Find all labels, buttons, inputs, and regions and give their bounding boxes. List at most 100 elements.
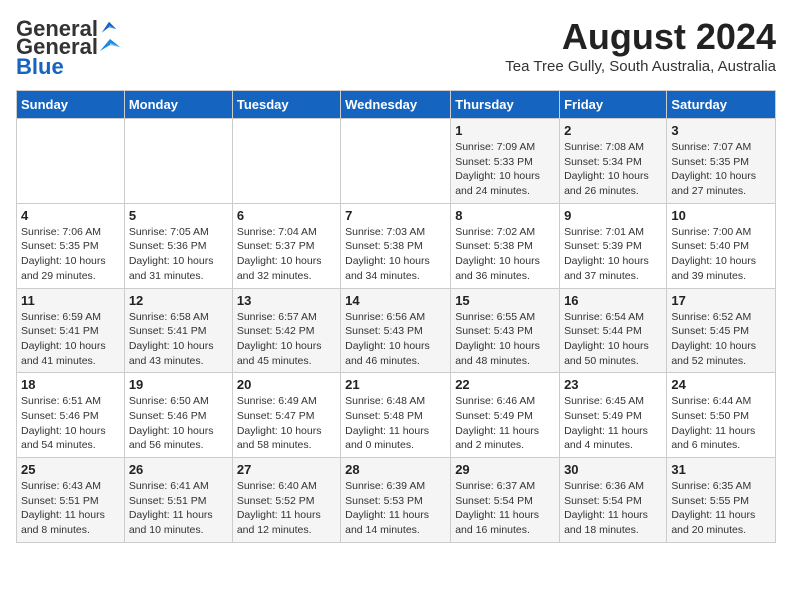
day-number: 31 <box>671 462 771 477</box>
table-row: 26 Sunrise: 6:41 AMSunset: 5:51 PMDayligh… <box>124 458 232 543</box>
calendar-week-row: 18 Sunrise: 6:51 AMSunset: 5:46 PMDayligh… <box>17 373 776 458</box>
day-number: 11 <box>21 293 120 308</box>
day-info: Sunrise: 6:40 AMSunset: 5:52 PMDaylight:… <box>237 479 336 538</box>
day-info: Sunrise: 7:05 AMSunset: 5:36 PMDaylight:… <box>129 225 228 284</box>
table-row: 9 Sunrise: 7:01 AMSunset: 5:39 PMDaylight… <box>560 203 667 288</box>
table-row: 3 Sunrise: 7:07 AMSunset: 5:35 PMDaylight… <box>667 119 776 204</box>
day-number: 22 <box>455 377 555 392</box>
calendar-table: Sunday Monday Tuesday Wednesday Thursday… <box>16 90 776 543</box>
day-number: 14 <box>345 293 446 308</box>
table-row: 18 Sunrise: 6:51 AMSunset: 5:46 PMDayligh… <box>17 373 125 458</box>
day-number: 20 <box>237 377 336 392</box>
day-info: Sunrise: 7:01 AMSunset: 5:39 PMDaylight:… <box>564 225 662 284</box>
header-monday: Monday <box>124 91 232 119</box>
day-info: Sunrise: 7:07 AMSunset: 5:35 PMDaylight:… <box>671 140 771 199</box>
header-thursday: Thursday <box>451 91 560 119</box>
day-number: 9 <box>564 208 662 223</box>
table-row <box>17 119 125 204</box>
table-row: 20 Sunrise: 6:49 AMSunset: 5:47 PMDayligh… <box>232 373 340 458</box>
table-row <box>124 119 232 204</box>
day-info: Sunrise: 7:02 AMSunset: 5:38 PMDaylight:… <box>455 225 555 284</box>
table-row: 10Sunrise: 7:00 AMSunset: 5:40 PMDayligh… <box>667 203 776 288</box>
day-number: 25 <box>21 462 120 477</box>
day-number: 24 <box>671 377 771 392</box>
table-row <box>341 119 451 204</box>
table-row: 25 Sunrise: 6:43 AMSunset: 5:51 PMDayligh… <box>17 458 125 543</box>
day-info: Sunrise: 6:49 AMSunset: 5:47 PMDaylight:… <box>237 394 336 453</box>
day-number: 27 <box>237 462 336 477</box>
day-number: 23 <box>564 377 662 392</box>
day-number: 3 <box>671 123 771 138</box>
day-info: Sunrise: 6:48 AMSunset: 5:48 PMDaylight:… <box>345 394 446 453</box>
page-header: General General Blue August 2024 Tea Tre… <box>16 16 776 80</box>
day-number: 4 <box>21 208 120 223</box>
table-row: 2 Sunrise: 7:08 AMSunset: 5:34 PMDaylight… <box>560 119 667 204</box>
day-number: 7 <box>345 208 446 223</box>
table-row: 15 Sunrise: 6:55 AMSunset: 5:43 PMDayligh… <box>451 288 560 373</box>
day-number: 8 <box>455 208 555 223</box>
table-row <box>232 119 340 204</box>
day-number: 15 <box>455 293 555 308</box>
header-saturday: Saturday <box>667 91 776 119</box>
table-row: 1 Sunrise: 7:09 AMSunset: 5:33 PMDaylight… <box>451 119 560 204</box>
day-info: Sunrise: 6:57 AMSunset: 5:42 PMDaylight:… <box>237 310 336 369</box>
title-block: August 2024 Tea Tree Gully, South Austra… <box>505 16 776 75</box>
day-info: Sunrise: 7:09 AMSunset: 5:33 PMDaylight:… <box>455 140 555 199</box>
day-info: Sunrise: 6:41 AMSunset: 5:51 PMDaylight:… <box>129 479 228 538</box>
calendar-week-row: 4 Sunrise: 7:06 AMSunset: 5:35 PMDaylight… <box>17 203 776 288</box>
day-number: 16 <box>564 293 662 308</box>
day-info: Sunrise: 6:51 AMSunset: 5:46 PMDaylight:… <box>21 394 120 453</box>
day-number: 13 <box>237 293 336 308</box>
day-number: 28 <box>345 462 446 477</box>
header-tuesday: Tuesday <box>232 91 340 119</box>
day-info: Sunrise: 6:43 AMSunset: 5:51 PMDaylight:… <box>21 479 120 538</box>
table-row: 21Sunrise: 6:48 AMSunset: 5:48 PMDayligh… <box>341 373 451 458</box>
table-row: 24 Sunrise: 6:44 AMSunset: 5:50 PMDayligh… <box>667 373 776 458</box>
day-number: 12 <box>129 293 228 308</box>
table-row: 17 Sunrise: 6:52 AMSunset: 5:45 PMDayligh… <box>667 288 776 373</box>
month-year-title: August 2024 <box>505 16 776 58</box>
day-number: 19 <box>129 377 228 392</box>
logo-icon-bird <box>99 38 121 56</box>
day-info: Sunrise: 6:54 AMSunset: 5:44 PMDaylight:… <box>564 310 662 369</box>
table-row: 13 Sunrise: 6:57 AMSunset: 5:42 PMDayligh… <box>232 288 340 373</box>
day-number: 30 <box>564 462 662 477</box>
day-info: Sunrise: 6:56 AMSunset: 5:43 PMDaylight:… <box>345 310 446 369</box>
table-row: 6Sunrise: 7:04 AMSunset: 5:37 PMDaylight… <box>232 203 340 288</box>
day-number: 2 <box>564 123 662 138</box>
day-number: 17 <box>671 293 771 308</box>
table-row: 28 Sunrise: 6:39 AMSunset: 5:53 PMDayligh… <box>341 458 451 543</box>
day-info: Sunrise: 6:36 AMSunset: 5:54 PMDaylight:… <box>564 479 662 538</box>
logo-blue-part: Blue <box>16 54 64 80</box>
header-wednesday: Wednesday <box>341 91 451 119</box>
table-row: 27 Sunrise: 6:40 AMSunset: 5:52 PMDayligh… <box>232 458 340 543</box>
day-info: Sunrise: 6:37 AMSunset: 5:54 PMDaylight:… <box>455 479 555 538</box>
calendar-week-row: 25 Sunrise: 6:43 AMSunset: 5:51 PMDayligh… <box>17 458 776 543</box>
day-info: Sunrise: 6:45 AMSunset: 5:49 PMDaylight:… <box>564 394 662 453</box>
day-number: 5 <box>129 208 228 223</box>
day-info: Sunrise: 6:39 AMSunset: 5:53 PMDaylight:… <box>345 479 446 538</box>
day-number: 18 <box>21 377 120 392</box>
table-row: 7 Sunrise: 7:03 AMSunset: 5:38 PMDaylight… <box>341 203 451 288</box>
day-info: Sunrise: 6:44 AMSunset: 5:50 PMDaylight:… <box>671 394 771 453</box>
table-row: 16 Sunrise: 6:54 AMSunset: 5:44 PMDayligh… <box>560 288 667 373</box>
table-row: 4 Sunrise: 7:06 AMSunset: 5:35 PMDaylight… <box>17 203 125 288</box>
day-number: 1 <box>455 123 555 138</box>
calendar-week-row: 1 Sunrise: 7:09 AMSunset: 5:33 PMDaylight… <box>17 119 776 204</box>
table-row: 12Sunrise: 6:58 AMSunset: 5:41 PMDayligh… <box>124 288 232 373</box>
day-info: Sunrise: 7:04 AMSunset: 5:37 PMDaylight:… <box>237 225 336 284</box>
day-info: Sunrise: 6:50 AMSunset: 5:46 PMDaylight:… <box>129 394 228 453</box>
day-info: Sunrise: 7:06 AMSunset: 5:35 PMDaylight:… <box>21 225 120 284</box>
day-info: Sunrise: 6:59 AMSunset: 5:41 PMDaylight:… <box>21 310 120 369</box>
day-info: Sunrise: 6:55 AMSunset: 5:43 PMDaylight:… <box>455 310 555 369</box>
day-info: Sunrise: 6:46 AMSunset: 5:49 PMDaylight:… <box>455 394 555 453</box>
day-info: Sunrise: 7:03 AMSunset: 5:38 PMDaylight:… <box>345 225 446 284</box>
logo: General General Blue <box>16 16 122 80</box>
day-info: Sunrise: 6:52 AMSunset: 5:45 PMDaylight:… <box>671 310 771 369</box>
day-info: Sunrise: 7:08 AMSunset: 5:34 PMDaylight:… <box>564 140 662 199</box>
table-row: 29Sunrise: 6:37 AMSunset: 5:54 PMDayligh… <box>451 458 560 543</box>
calendar-header-row: Sunday Monday Tuesday Wednesday Thursday… <box>17 91 776 119</box>
day-number: 26 <box>129 462 228 477</box>
table-row: 8 Sunrise: 7:02 AMSunset: 5:38 PMDaylight… <box>451 203 560 288</box>
table-row: 14 Sunrise: 6:56 AMSunset: 5:43 PMDayligh… <box>341 288 451 373</box>
